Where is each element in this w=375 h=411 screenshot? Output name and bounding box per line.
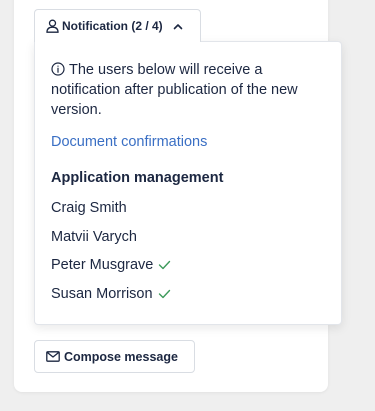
notification-tab-label: Notification (2 / 4) <box>62 19 163 33</box>
document-confirmations-link[interactable]: Document confirmations <box>51 134 325 150</box>
info-text: The users below will receive a notificat… <box>51 62 298 118</box>
check-icon <box>158 260 171 270</box>
notification-panel: The users below will receive a notificat… <box>34 41 342 325</box>
list-item: Matvii Varych <box>51 223 325 252</box>
user-list: Craig Smith Matvii Varych Peter Musgrave… <box>51 194 325 308</box>
compose-message-button[interactable]: Compose message <box>34 340 195 373</box>
info-icon <box>51 62 65 76</box>
list-item: Susan Morrison <box>51 280 325 309</box>
user-name: Matvii Varych <box>51 228 137 245</box>
list-item: Peter Musgrave <box>51 251 325 280</box>
envelope-icon <box>46 351 60 362</box>
user-name: Craig Smith <box>51 200 127 217</box>
chevron-up-icon[interactable] <box>173 23 183 30</box>
user-name: Peter Musgrave <box>51 257 154 274</box>
info-message: The users below will receive a notificat… <box>51 60 325 120</box>
compose-message-label: Compose message <box>64 349 178 364</box>
list-item: Craig Smith <box>51 194 325 223</box>
notification-tab[interactable]: Notification (2 / 4) <box>34 9 201 42</box>
user-icon <box>46 19 59 33</box>
section-title: Application management <box>51 170 224 186</box>
user-name: Susan Morrison <box>51 285 153 302</box>
check-icon <box>158 289 171 299</box>
